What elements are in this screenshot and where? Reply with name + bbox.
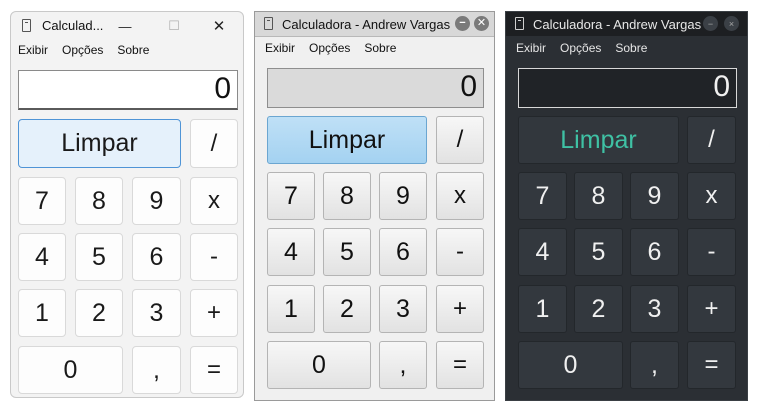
digit-3-button[interactable]: 3 bbox=[132, 289, 181, 337]
menu-opcoes[interactable]: Opções bbox=[309, 41, 350, 55]
menu-exibir[interactable]: Exibir bbox=[516, 41, 546, 55]
plus-button[interactable]: + bbox=[436, 285, 484, 333]
title-bar[interactable]: Calculadora - Andrew Vargas − ✕ bbox=[255, 12, 494, 37]
equals-button[interactable]: = bbox=[687, 341, 736, 389]
digit-5-button[interactable]: 5 bbox=[75, 233, 123, 281]
minimize-button[interactable]: — bbox=[117, 19, 133, 34]
calculator-app-icon bbox=[264, 17, 273, 30]
minus-button[interactable]: - bbox=[436, 228, 484, 276]
menu-sobre[interactable]: Sobre bbox=[117, 43, 149, 57]
divide-button[interactable]: / bbox=[190, 119, 238, 168]
digit-1-button[interactable]: 1 bbox=[267, 285, 315, 333]
menu-bar: Exibir Opções Sobre bbox=[11, 43, 243, 57]
comma-button[interactable]: , bbox=[132, 346, 181, 394]
digit-1-button[interactable]: 1 bbox=[518, 285, 567, 333]
comma-button[interactable]: , bbox=[630, 341, 679, 389]
close-button[interactable]: ✕ bbox=[211, 18, 227, 35]
clear-button[interactable]: Limpar bbox=[518, 116, 679, 164]
plus-button[interactable]: + bbox=[190, 289, 238, 337]
digit-6-button[interactable]: 6 bbox=[132, 233, 181, 281]
digit-6-button[interactable]: 6 bbox=[630, 228, 679, 276]
equals-button[interactable]: = bbox=[436, 341, 484, 389]
digit-8-button[interactable]: 8 bbox=[75, 177, 123, 225]
digit-7-button[interactable]: 7 bbox=[18, 177, 66, 225]
calculator-app-icon bbox=[22, 19, 31, 32]
minimize-button[interactable]: − bbox=[703, 16, 718, 31]
maximize-button[interactable]: ☐ bbox=[166, 18, 182, 33]
multiply-button[interactable]: x bbox=[687, 172, 736, 220]
digit-0-button[interactable]: 0 bbox=[267, 341, 371, 389]
close-button[interactable]: ✕ bbox=[474, 16, 489, 31]
title-bar[interactable]: Calculadora - Andrew Vargas − × bbox=[506, 12, 747, 36]
menu-bar: Exibir Opções Sobre bbox=[506, 41, 747, 55]
display-readout: 0 bbox=[267, 68, 484, 108]
minus-button[interactable]: - bbox=[190, 233, 238, 281]
digit-0-button[interactable]: 0 bbox=[518, 341, 623, 389]
equals-button[interactable]: = bbox=[190, 346, 238, 394]
digit-4-button[interactable]: 4 bbox=[518, 228, 567, 276]
digit-1-button[interactable]: 1 bbox=[18, 289, 66, 337]
window-title: Calculadora - Andrew Vargas bbox=[533, 17, 702, 32]
digit-7-button[interactable]: 7 bbox=[518, 172, 567, 220]
multiply-button[interactable]: x bbox=[190, 177, 238, 225]
divide-button[interactable]: / bbox=[687, 116, 736, 164]
digit-5-button[interactable]: 5 bbox=[574, 228, 623, 276]
digit-5-button[interactable]: 5 bbox=[323, 228, 371, 276]
clear-button[interactable]: Limpar bbox=[18, 119, 181, 168]
title-bar[interactable]: Calculad... — ☐ ✕ bbox=[11, 12, 243, 40]
close-button[interactable]: × bbox=[724, 16, 739, 31]
digit-8-button[interactable]: 8 bbox=[574, 172, 623, 220]
digit-9-button[interactable]: 9 bbox=[379, 172, 427, 220]
multiply-button[interactable]: x bbox=[436, 172, 484, 220]
menu-opcoes[interactable]: Opções bbox=[62, 43, 103, 57]
digit-2-button[interactable]: 2 bbox=[574, 285, 623, 333]
display-readout: 0 bbox=[18, 70, 238, 110]
divide-button[interactable]: / bbox=[436, 116, 484, 164]
plus-button[interactable]: + bbox=[687, 285, 736, 333]
digit-2-button[interactable]: 2 bbox=[323, 285, 371, 333]
digit-4-button[interactable]: 4 bbox=[18, 233, 66, 281]
calculator-window-dark: Calculadora - Andrew Vargas − × Exibir O… bbox=[505, 11, 748, 401]
digit-2-button[interactable]: 2 bbox=[75, 289, 123, 337]
digit-6-button[interactable]: 6 bbox=[379, 228, 427, 276]
comma-button[interactable]: , bbox=[379, 341, 427, 389]
calculator-window-classic: Calculadora - Andrew Vargas − ✕ Exibir O… bbox=[254, 11, 495, 401]
menu-exibir[interactable]: Exibir bbox=[265, 41, 295, 55]
digit-9-button[interactable]: 9 bbox=[132, 177, 181, 225]
digit-3-button[interactable]: 3 bbox=[379, 285, 427, 333]
calculator-app-icon bbox=[515, 17, 524, 30]
menu-bar: Exibir Opções Sobre bbox=[255, 41, 494, 55]
digit-7-button[interactable]: 7 bbox=[267, 172, 315, 220]
window-title: Calculad... bbox=[42, 18, 104, 33]
menu-sobre[interactable]: Sobre bbox=[364, 41, 396, 55]
digit-4-button[interactable]: 4 bbox=[267, 228, 315, 276]
digit-9-button[interactable]: 9 bbox=[630, 172, 679, 220]
menu-opcoes[interactable]: Opções bbox=[560, 41, 601, 55]
window-title: Calculadora - Andrew Vargas bbox=[282, 17, 451, 32]
digit-3-button[interactable]: 3 bbox=[630, 285, 679, 333]
digit-0-button[interactable]: 0 bbox=[18, 346, 123, 394]
minimize-button[interactable]: − bbox=[455, 16, 470, 31]
menu-sobre[interactable]: Sobre bbox=[615, 41, 647, 55]
calculator-window-light: Calculad... — ☐ ✕ Exibir Opções Sobre 0 … bbox=[10, 11, 244, 398]
display-readout: 0 bbox=[518, 68, 737, 108]
menu-exibir[interactable]: Exibir bbox=[18, 43, 48, 57]
digit-8-button[interactable]: 8 bbox=[323, 172, 371, 220]
clear-button[interactable]: Limpar bbox=[267, 116, 427, 164]
minus-button[interactable]: - bbox=[687, 228, 736, 276]
